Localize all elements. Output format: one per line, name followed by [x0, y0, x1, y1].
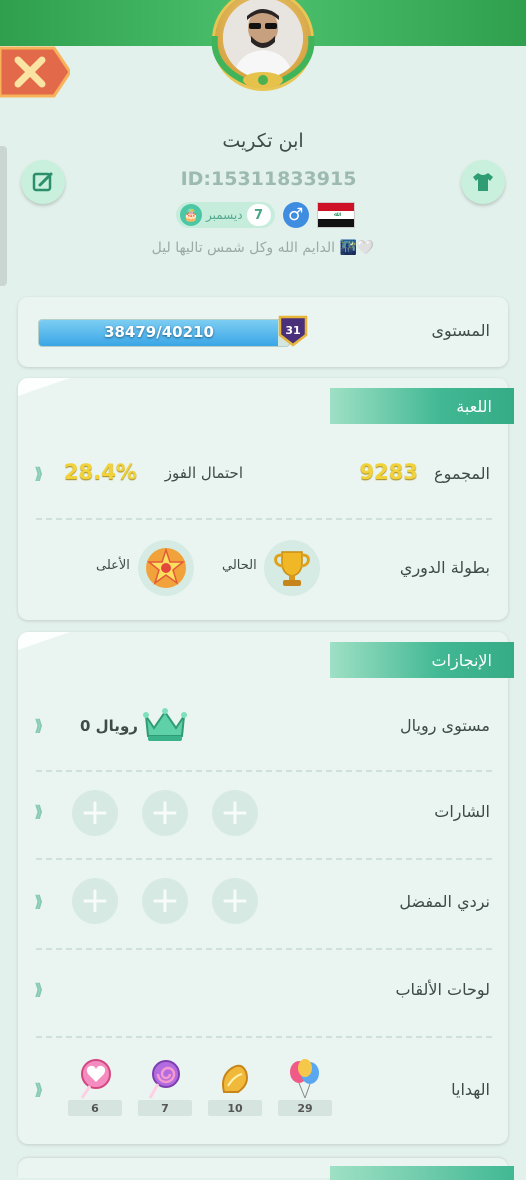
golden-gift-icon: [222, 1064, 248, 1093]
title-plates-label: لوحات الألقاب: [395, 980, 490, 999]
divider: [36, 770, 492, 772]
gifts-label: الهدايا: [451, 1080, 490, 1099]
add-badge-slot-1[interactable]: +: [212, 790, 258, 836]
chevron-right-icon[interactable]: ⟩⟩: [34, 716, 43, 735]
close-button[interactable]: [0, 40, 70, 104]
chevron-right-icon[interactable]: ⟩⟩: [34, 464, 43, 483]
gift-golden[interactable]: 10: [208, 1058, 262, 1116]
edit-icon: [32, 172, 53, 192]
cake-icon: 🎂: [180, 204, 202, 226]
next-card-peek: [18, 1158, 514, 1180]
badges-row[interactable]: الشارات + + + ⟩⟩: [18, 788, 508, 838]
achievements-section-title: الإنجازات: [330, 642, 514, 678]
card-corner-fold: [18, 378, 70, 396]
outfit-button[interactable]: [461, 160, 505, 204]
gift-balloons[interactable]: 29: [278, 1058, 332, 1116]
total-value: 9283: [359, 460, 418, 484]
user-id: ID:15311833915: [180, 168, 357, 190]
scroll-indicator[interactable]: [0, 146, 7, 286]
avatar[interactable]: [207, 0, 319, 100]
laurel-wreath-icon: [211, 36, 315, 88]
gift-count: 29: [278, 1100, 332, 1116]
royal-level-row[interactable]: مستوى رويال رويال 0 ⟩⟩: [18, 706, 508, 746]
league-label: بطولة الدوري: [399, 558, 490, 577]
divider: [36, 518, 492, 520]
gift-count: 10: [208, 1100, 262, 1116]
gift-count: 6: [68, 1100, 122, 1116]
game-section-title: اللعبة: [330, 388, 514, 424]
add-dice-slot-3[interactable]: +: [72, 878, 118, 924]
highest-league-label: الأعلى: [96, 558, 130, 573]
league-row[interactable]: بطولة الدوري الحالي الأعلى: [18, 538, 508, 598]
level-label: المستوى: [431, 321, 490, 340]
current-league-label: الحالي: [222, 558, 257, 573]
title-plates-row[interactable]: لوحات الألقاب ⟩⟩: [18, 978, 508, 1008]
crown-icon: [143, 708, 187, 741]
win-rate-label: احتمال الفوز: [164, 464, 243, 482]
heart-lollipop-icon: [80, 1059, 111, 1099]
divider: [36, 858, 492, 860]
id-row: ID:15311833915: [176, 165, 357, 193]
badges-label: الشارات: [434, 802, 490, 821]
chevron-right-icon[interactable]: ⟩⟩: [34, 892, 43, 911]
add-dice-slot-2[interactable]: +: [142, 878, 188, 924]
level-progress-text: 38479/40210: [104, 323, 214, 341]
divider: [36, 948, 492, 950]
add-dice-slot-1[interactable]: +: [212, 878, 258, 924]
shirt-icon: [473, 173, 493, 191]
gender-male-icon: ♂: [282, 202, 309, 228]
game-card: اللعبة المجموع 9283 احتمال الفوز 28.4% ⟩…: [18, 378, 514, 620]
total-label: المجموع: [434, 464, 490, 483]
status-message: الدايم الله وكل شمس تاليها ليل 🌃🤍: [151, 240, 375, 256]
divider: [36, 1036, 492, 1038]
chevron-right-icon[interactable]: ⟩⟩: [34, 802, 43, 821]
gifts-row[interactable]: الهدايا 29 10 7 6 ⟩⟩: [18, 1058, 508, 1122]
profile-badges: 🎂 ديسمبر 7 ♂ ﷲ: [176, 201, 355, 229]
chevron-right-icon[interactable]: ⟩⟩: [34, 980, 43, 999]
achievements-card: الإنجازات مستوى رويال رويال 0 ⟩⟩ الشارات…: [18, 632, 514, 1144]
game-stats-row[interactable]: المجموع 9283 احتمال الفوز 28.4% ⟩⟩: [18, 460, 508, 490]
win-rate-value: 28.4%: [64, 460, 137, 484]
add-badge-slot-3[interactable]: +: [72, 790, 118, 836]
favorite-dice-label: نردي المفضل: [399, 892, 490, 911]
chevron-right-icon[interactable]: ⟩⟩: [34, 1080, 43, 1099]
level-number: 31: [285, 324, 300, 337]
card-corner-fold: [18, 632, 70, 650]
balloons-icon: [290, 1059, 319, 1099]
level-card: المستوى 38479/40210 31: [18, 297, 508, 367]
iraq-flag-icon: ﷲ: [316, 202, 355, 228]
gift-count: 7: [138, 1100, 192, 1116]
gift-swirl-lollipop[interactable]: 7: [138, 1058, 192, 1116]
favorite-dice-row[interactable]: نردي المفضل + + + ⟩⟩: [18, 878, 508, 928]
highest-league-trophy-icon: [138, 540, 194, 596]
royal-level-label: مستوى رويال: [400, 716, 490, 735]
level-progress-bar: 38479/40210: [38, 319, 290, 347]
add-badge-slot-2[interactable]: +: [142, 790, 188, 836]
edit-profile-button[interactable]: [21, 160, 65, 204]
birthday-day: 7: [246, 204, 271, 226]
royal-level-value: رويال 0: [80, 717, 138, 735]
swirl-lollipop-icon: [148, 1060, 180, 1099]
birthday-badge: 🎂 ديسمبر 7: [176, 202, 275, 228]
level-shield-icon: 31: [278, 315, 308, 347]
gift-heart-lollipop[interactable]: 6: [68, 1058, 122, 1116]
next-section-tab: [330, 1166, 514, 1180]
birthday-month: ديسمبر: [206, 208, 243, 222]
profile-name: ابن تكريت: [222, 130, 304, 152]
current-league-trophy-icon: [264, 540, 320, 596]
